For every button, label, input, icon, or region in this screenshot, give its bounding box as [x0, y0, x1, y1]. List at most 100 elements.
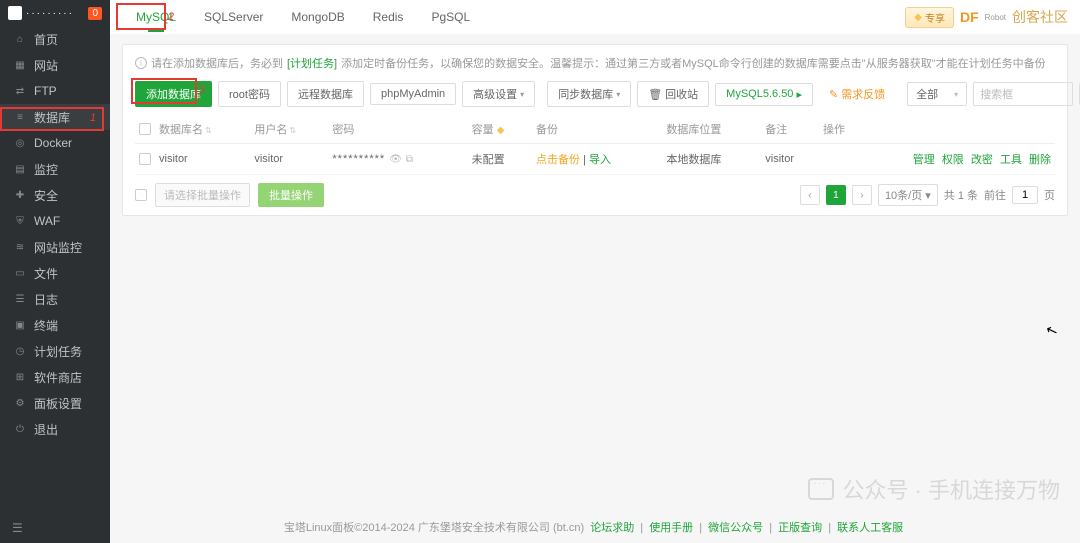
diamond-icon: ◆ [914, 12, 922, 23]
remote-db-button[interactable]: 远程数据库 [287, 81, 364, 107]
edit-icon: ✎ [829, 88, 838, 101]
diamond-icon: ◆ [497, 125, 505, 136]
mysql-ver-label: MySQL5.6.50 [726, 88, 793, 100]
vip-label: 专享 [925, 10, 945, 25]
advanced-settings-button[interactable]: 高级设置▾ [462, 81, 535, 107]
col-name[interactable]: 数据库名⇅ [155, 115, 250, 144]
tab-pgsql[interactable]: PgSQL [417, 0, 484, 34]
import-link[interactable]: 导入 [589, 154, 611, 166]
sidebar-item-terminal[interactable]: ▣终端 [0, 312, 110, 338]
sidebar-item-label: 软件商店 [34, 369, 82, 386]
db-table: 数据库名⇅ 用户名⇅ 密码 容量 ◆ 备份 数据库位置 备注 操作 visito… [135, 115, 1055, 175]
brand-logo-sub: Robot [985, 13, 1006, 22]
chevron-down-icon: ▾ [925, 189, 931, 202]
home-icon: ⌂ [14, 33, 26, 45]
phpmyadmin-button[interactable]: phpMyAdmin [370, 83, 456, 105]
add-database-button[interactable]: 添加数据库 [135, 81, 212, 107]
page-prev[interactable]: ‹ [800, 185, 820, 205]
total-label: 共 1 条 [944, 187, 978, 203]
sidebar-item-docker[interactable]: ◎Docker [0, 130, 110, 156]
sidebar-item-home[interactable]: ⌂ 首页 [0, 26, 110, 52]
sidebar-item-cron[interactable]: ◷计划任务 [0, 338, 110, 364]
sidebar-item-monitor[interactable]: ▤监控 [0, 156, 110, 182]
server-ip: ········· [26, 8, 74, 19]
batch-select[interactable]: 请选择批量操作 [155, 183, 250, 207]
mysql-version-button[interactable]: MySQL5.6.50▸ [715, 83, 813, 106]
footer-link-forum[interactable]: 论坛求助 [590, 522, 634, 534]
eye-icon[interactable]: 👁 [389, 154, 402, 165]
copy-icon[interactable]: ⧉ [406, 154, 413, 165]
play-icon: ▸ [796, 88, 802, 101]
sidebar-item-label: FTP [34, 84, 57, 98]
footer-link-support[interactable]: 联系人工客服 [837, 522, 903, 534]
sidebar-item-label: 首页 [34, 31, 58, 48]
col-user[interactable]: 用户名⇅ [250, 115, 328, 144]
page-current[interactable]: 1 [826, 185, 846, 205]
page-next[interactable]: › [852, 185, 872, 205]
sidebar-item-security[interactable]: ✚安全 [0, 182, 110, 208]
sidebar-item-waf[interactable]: ⛨WAF [0, 208, 110, 234]
root-password-button[interactable]: root密码 [218, 81, 281, 107]
search-input[interactable]: 搜索框 [973, 82, 1073, 106]
per-page-select[interactable]: 10条/页▾ [878, 184, 938, 206]
tab-redis[interactable]: Redis [359, 0, 418, 34]
tab-sqlserver[interactable]: SQLServer [190, 0, 277, 34]
vip-button[interactable]: ◆专享 [905, 7, 954, 28]
feedback-button[interactable]: ✎需求反馈 [819, 82, 895, 106]
notification-badge[interactable]: 0 [88, 7, 102, 20]
op-changepw[interactable]: 改密 [971, 154, 993, 166]
sidebar-item-label: WAF [34, 214, 60, 228]
sidebar-item-ftp[interactable]: ⇄FTP [0, 78, 110, 104]
cell-pwd: ********** 👁 ⧉ [328, 144, 467, 175]
col-remark: 备注 [761, 115, 819, 144]
sync-label: 同步数据库 [558, 86, 613, 102]
sidebar-item-website[interactable]: ▦网站 [0, 52, 110, 78]
logout-icon: ⏻ [14, 423, 26, 435]
footer-link-verify[interactable]: 正版查询 [778, 522, 822, 534]
tab-mysql[interactable]: MySQL [122, 0, 190, 34]
select-all-checkbox[interactable] [139, 123, 151, 135]
batch-button[interactable]: 批量操作 [258, 183, 324, 207]
op-delete[interactable]: 删除 [1029, 154, 1051, 166]
info-text-b: 添加定时备份任务，以确保您的数据安全。温馨提示：通过第三方或者MySQL命令行创… [341, 55, 1045, 71]
sidebar-item-logout[interactable]: ⏻退出 [0, 416, 110, 442]
cell-quota[interactable]: 未配置 [468, 144, 532, 175]
wechat-icon [808, 478, 834, 500]
pwd-mask: ********** [332, 153, 385, 165]
info-icon: i [135, 57, 147, 69]
toolbar: 添加数据库 root密码 远程数据库 phpMyAdmin 高级设置▾ 同步数据… [135, 81, 1055, 107]
sidebar-collapse-icon[interactable]: ☰ [12, 521, 23, 535]
row-checkbox[interactable] [139, 153, 151, 165]
sidebar-item-database[interactable]: ≡数据库 [0, 104, 110, 130]
sidebar-item-sitemonitor[interactable]: ≋网站监控 [0, 234, 110, 260]
page-suffix: 页 [1044, 187, 1055, 203]
cell-remark[interactable]: visitor [761, 144, 819, 175]
backup-link[interactable]: 点击备份 [536, 154, 580, 166]
filter-select[interactable]: 全部▾ [907, 82, 967, 106]
info-link-cron[interactable]: [计划任务] [287, 55, 337, 71]
pagination: ‹ 1 › 10条/页▾ 共 1 条 前往 页 [800, 184, 1055, 206]
col-backup: 备份 [532, 115, 662, 144]
store-icon: ⊞ [14, 371, 26, 383]
main-content: MySQL SQLServer MongoDB Redis PgSQL ◆专享 … [110, 0, 1080, 543]
sync-db-button[interactable]: 同步数据库▾ [547, 81, 631, 107]
recycle-bin-button[interactable]: 🗑回收站 [637, 81, 709, 107]
op-perm[interactable]: 权限 [942, 154, 964, 166]
batch-checkbox[interactable] [135, 189, 147, 201]
chevron-down-icon: ▾ [954, 90, 958, 99]
sidebar-item-files[interactable]: ▭文件 [0, 260, 110, 286]
goto-input[interactable] [1012, 186, 1038, 204]
sidebar-item-label: 数据库 [34, 109, 70, 126]
sidebar-item-logs[interactable]: ☰日志 [0, 286, 110, 312]
footer-link-wechat[interactable]: 微信公众号 [708, 522, 763, 534]
tab-mongodb[interactable]: MongoDB [277, 0, 358, 34]
op-manage[interactable]: 管理 [913, 154, 935, 166]
sidebar-item-store[interactable]: ⊞ 软件商店 [0, 364, 110, 390]
sidebar-item-label: 监控 [34, 161, 58, 178]
files-icon: ▭ [14, 267, 26, 279]
col-location: 数据库位置 [662, 115, 761, 144]
footer-link-manual[interactable]: 使用手册 [649, 522, 693, 534]
terminal-icon: ▣ [14, 319, 26, 331]
op-tools[interactable]: 工具 [1000, 154, 1022, 166]
sidebar-item-settings[interactable]: ⚙面板设置 [0, 390, 110, 416]
